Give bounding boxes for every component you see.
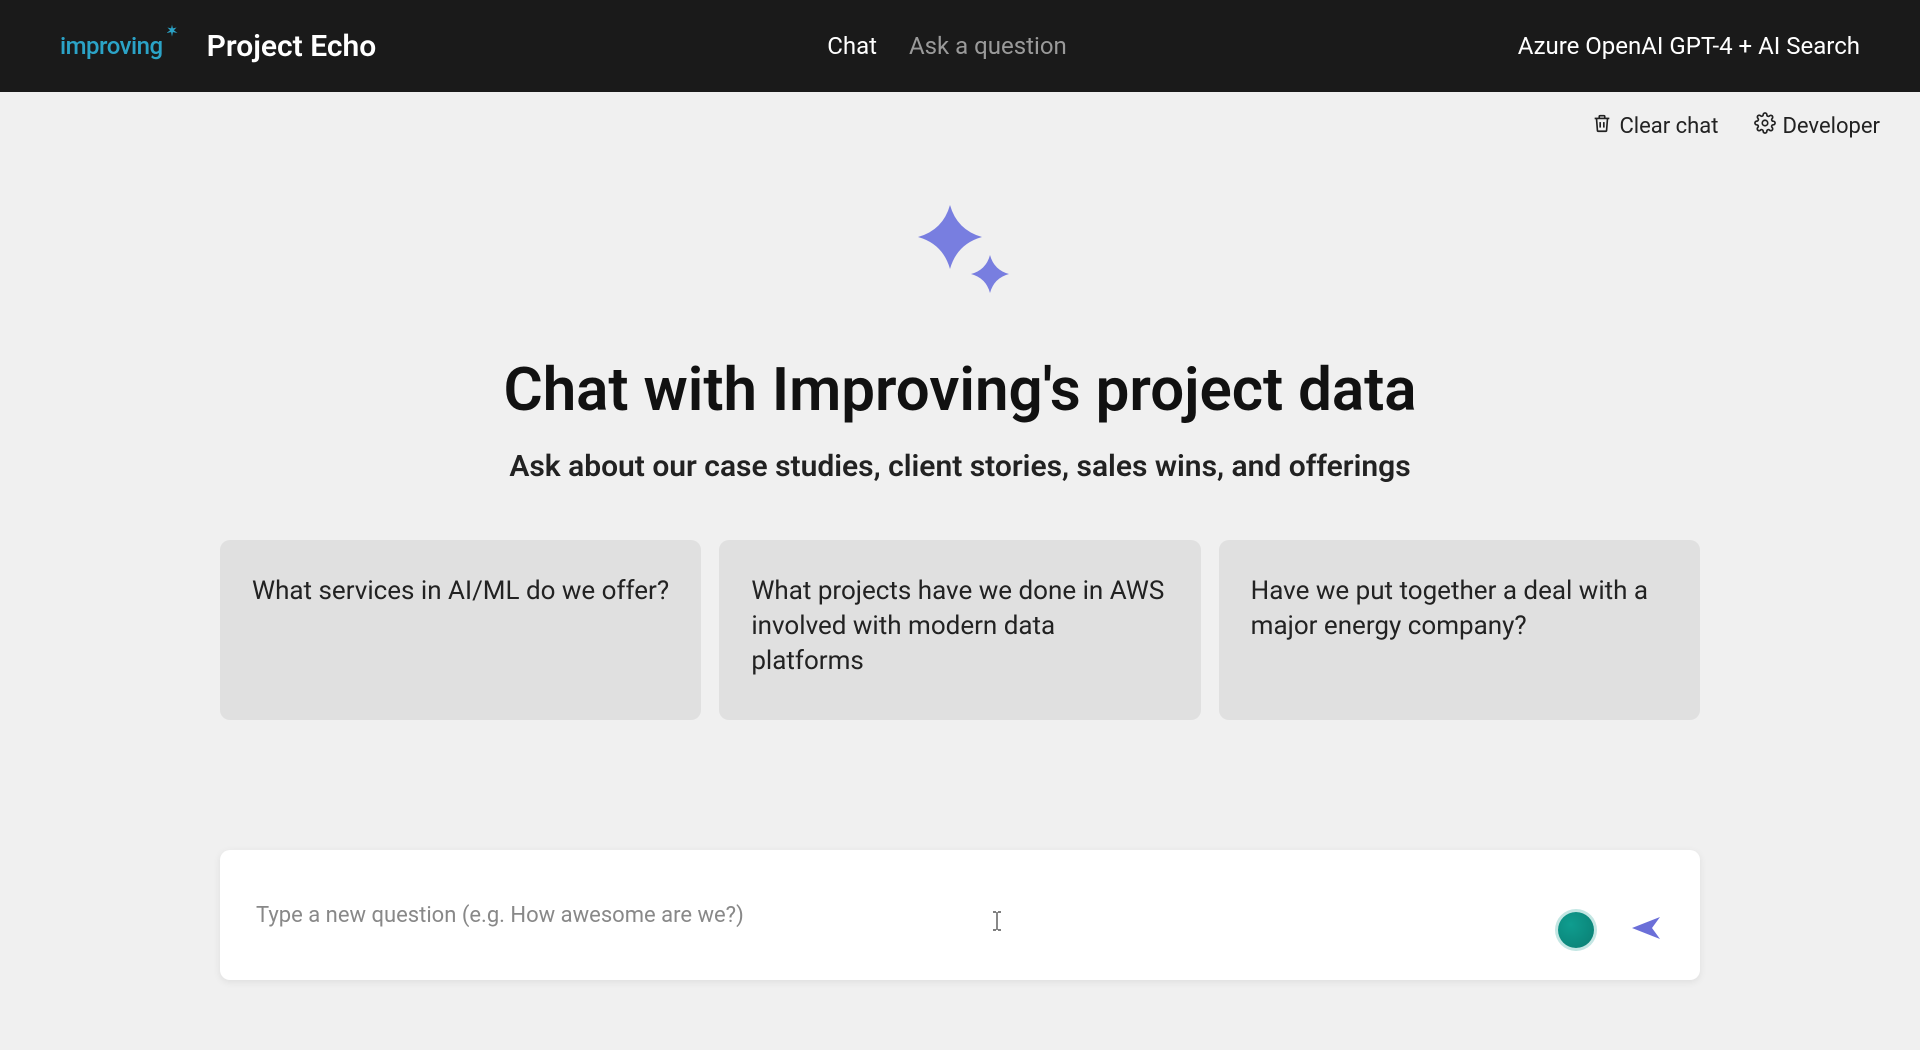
main-content: Chat with Improving's project data Ask a… <box>0 150 1920 980</box>
app-header: improving Project Echo Chat Ask a questi… <box>0 0 1920 92</box>
logo-spark-icon <box>161 22 183 50</box>
voice-orb-button[interactable] <box>1558 912 1594 948</box>
suggestion-card[interactable]: What projects have we done in AWS involv… <box>719 540 1200 720</box>
clear-chat-label: Clear chat <box>1619 114 1718 139</box>
logo-text: improving <box>60 32 163 60</box>
suggestion-row: What services in AI/ML do we offer? What… <box>220 540 1700 720</box>
clear-chat-button[interactable]: Clear chat <box>1591 112 1718 140</box>
trash-icon <box>1591 112 1613 140</box>
model-label: Azure OpenAI GPT-4 + AI Search <box>1518 32 1860 60</box>
nav-ask-question[interactable]: Ask a question <box>909 32 1067 60</box>
sparkles-icon <box>895 190 1025 324</box>
chat-input[interactable] <box>256 903 1558 928</box>
page-subheadline: Ask about our case studies, client stori… <box>509 449 1410 484</box>
input-actions <box>1558 912 1664 948</box>
header-left: improving Project Echo <box>60 29 376 64</box>
chat-input-area <box>220 850 1700 980</box>
send-button[interactable] <box>1630 913 1664 947</box>
developer-label: Developer <box>1782 114 1880 139</box>
gear-icon <box>1754 112 1776 140</box>
suggestion-card[interactable]: What services in AI/ML do we offer? <box>220 540 701 720</box>
header-nav: Chat Ask a question <box>827 32 1067 60</box>
project-title: Project Echo <box>207 29 377 64</box>
nav-chat[interactable]: Chat <box>827 32 877 60</box>
page-headline: Chat with Improving's project data <box>503 354 1416 425</box>
send-icon <box>1630 913 1664 947</box>
brand-logo[interactable]: improving <box>60 32 183 60</box>
developer-button[interactable]: Developer <box>1754 112 1880 140</box>
suggestion-card[interactable]: Have we put together a deal with a major… <box>1219 540 1700 720</box>
chat-toolbar: Clear chat Developer <box>0 92 1920 150</box>
